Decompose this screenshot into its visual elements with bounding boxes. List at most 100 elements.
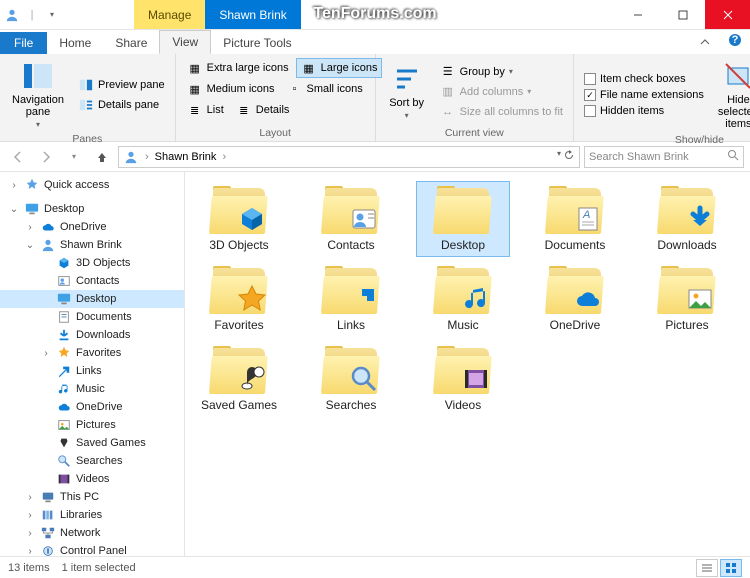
tree-item-label: Music xyxy=(76,383,105,395)
list-option[interactable]: ≣List xyxy=(182,100,229,120)
tree-twisty[interactable]: ⌄ xyxy=(24,240,36,251)
recent-locations-button[interactable]: ▾ xyxy=(62,145,86,169)
tree-twisty[interactable]: › xyxy=(24,510,36,521)
small-icons-option[interactable]: ▫Small icons xyxy=(282,79,368,99)
tree-twisty[interactable]: › xyxy=(24,528,36,539)
tree-twisty[interactable]: › xyxy=(8,180,20,191)
tree-item-icon xyxy=(40,525,56,541)
contact-overlay-icon xyxy=(349,204,379,234)
ribbon: Navigation pane ▾ Preview pane Details p… xyxy=(0,54,750,142)
size-columns-button[interactable]: ↔Size all columns to fit xyxy=(436,103,567,121)
details-pane-button[interactable]: Details pane xyxy=(74,96,169,114)
tree-item-label: Contacts xyxy=(76,275,119,287)
file-item-pictures[interactable]: Pictures xyxy=(641,262,733,336)
tree-music[interactable]: Music xyxy=(0,380,184,398)
group-by-button[interactable]: ☰Group by ▾ xyxy=(436,63,567,81)
maximize-button[interactable] xyxy=(660,0,705,29)
tree-user[interactable]: ⌄Shawn Brink xyxy=(0,236,184,254)
sort-by-button[interactable]: Sort by ▾ xyxy=(382,58,432,125)
tree-pictures[interactable]: Pictures xyxy=(0,416,184,434)
tree-desktop[interactable]: Desktop xyxy=(0,290,184,308)
tree-this-pc[interactable]: ›This PC xyxy=(0,488,184,506)
file-item-3d-objects[interactable]: 3D Objects xyxy=(193,182,285,256)
hidden-items-toggle[interactable]: Hidden items xyxy=(580,104,708,118)
minimize-button[interactable] xyxy=(615,0,660,29)
file-item-contacts[interactable]: Contacts xyxy=(305,182,397,256)
extra-large-icons-option[interactable]: ▦Extra large icons xyxy=(182,58,294,78)
manage-context-tab[interactable]: Manage xyxy=(134,0,205,29)
address-bar[interactable]: › Shawn Brink › ▾ xyxy=(118,146,580,168)
tree-twisty[interactable]: › xyxy=(24,222,36,233)
tree-desktop[interactable]: ⌄Desktop xyxy=(0,200,184,218)
hide-selected-label: Hide selected items xyxy=(718,94,750,130)
tree-downloads[interactable]: Downloads xyxy=(0,326,184,344)
file-list[interactable]: 3D Objects Contacts Desktop ADocuments Downl… xyxy=(185,172,750,556)
tree-item-icon xyxy=(56,363,72,379)
add-columns-button[interactable]: ▥Add columns ▾ xyxy=(436,83,567,101)
tree-3d-objects[interactable]: 3D Objects xyxy=(0,254,184,272)
tree-twisty[interactable]: › xyxy=(40,348,52,359)
tree-control-panel[interactable]: ›Control Panel xyxy=(0,542,184,556)
file-item-onedrive[interactable]: OneDrive xyxy=(529,262,621,336)
preview-pane-button[interactable]: Preview pane xyxy=(74,76,169,94)
picture-tools-tab[interactable]: Picture Tools xyxy=(211,32,303,54)
tree-twisty[interactable]: › xyxy=(24,546,36,557)
address-dropdown-button[interactable]: ▾ xyxy=(557,149,561,164)
navigation-pane-button[interactable]: Navigation pane ▾ xyxy=(6,58,70,131)
qat-dropdown-icon[interactable]: ▾ xyxy=(44,7,60,23)
tree-quick-access[interactable]: ›Quick access xyxy=(0,176,184,194)
tree-libraries[interactable]: ›Libraries xyxy=(0,506,184,524)
tree-documents[interactable]: Documents xyxy=(0,308,184,326)
tree-videos[interactable]: Videos xyxy=(0,470,184,488)
folder-icon xyxy=(209,186,269,236)
tree-item-icon xyxy=(56,291,72,307)
share-tab[interactable]: Share xyxy=(103,32,159,54)
collapse-ribbon-button[interactable] xyxy=(690,33,720,54)
view-tab[interactable]: View xyxy=(159,30,211,54)
preview-pane-icon xyxy=(78,77,94,93)
details-view-toggle[interactable] xyxy=(696,559,718,577)
tree-twisty[interactable]: ⌄ xyxy=(8,204,20,215)
tree-onedrive[interactable]: ›OneDrive xyxy=(0,218,184,236)
hide-selected-button[interactable]: Hide selected items xyxy=(712,58,750,132)
tree-contacts[interactable]: Contacts xyxy=(0,272,184,290)
file-item-links[interactable]: Links xyxy=(305,262,397,336)
tree-saved-games[interactable]: Saved Games xyxy=(0,434,184,452)
file-item-music[interactable]: Music xyxy=(417,262,509,336)
help-button[interactable]: ? xyxy=(720,29,750,54)
file-item-desktop[interactable]: Desktop xyxy=(417,182,509,256)
tree-item-label: Network xyxy=(60,527,100,539)
tree-onedrive[interactable]: OneDrive xyxy=(0,398,184,416)
tree-favorites[interactable]: ›Favorites xyxy=(0,344,184,362)
details-option[interactable]: ≣Details xyxy=(231,100,295,120)
file-extensions-toggle[interactable]: ✓File name extensions xyxy=(580,88,708,102)
back-button[interactable] xyxy=(6,145,30,169)
file-item-saved-games[interactable]: Saved Games xyxy=(193,342,285,416)
tree-searches[interactable]: Searches xyxy=(0,452,184,470)
breadcrumb-separator[interactable]: › xyxy=(143,151,151,163)
preview-pane-label: Preview pane xyxy=(98,79,165,91)
file-item-documents[interactable]: ADocuments xyxy=(529,182,621,256)
medium-icons-option[interactable]: ▦Medium icons xyxy=(182,79,280,99)
forward-button[interactable] xyxy=(34,145,58,169)
close-button[interactable] xyxy=(705,0,750,29)
file-label: Favorites xyxy=(214,318,263,332)
folder-icon xyxy=(321,186,381,236)
large-icons-view-toggle[interactable] xyxy=(720,559,742,577)
home-tab[interactable]: Home xyxy=(47,32,103,54)
tree-links[interactable]: Links xyxy=(0,362,184,380)
refresh-button[interactable] xyxy=(563,149,575,164)
file-tab[interactable]: File xyxy=(0,32,47,54)
file-item-searches[interactable]: Searches xyxy=(305,342,397,416)
breadcrumb-separator[interactable]: › xyxy=(220,151,228,163)
up-button[interactable] xyxy=(90,145,114,169)
file-item-videos[interactable]: Videos xyxy=(417,342,509,416)
large-icons-option[interactable]: ▦Large icons xyxy=(296,58,383,78)
file-item-favorites[interactable]: Favorites xyxy=(193,262,285,336)
search-box[interactable]: Search Shawn Brink xyxy=(584,146,744,168)
item-check-boxes-toggle[interactable]: Item check boxes xyxy=(580,72,708,86)
tree-twisty[interactable]: › xyxy=(24,492,36,503)
tree-network[interactable]: › Network xyxy=(0,524,184,542)
breadcrumb-item[interactable]: Shawn Brink xyxy=(155,151,217,163)
file-item-downloads[interactable]: Downloads xyxy=(641,182,733,256)
